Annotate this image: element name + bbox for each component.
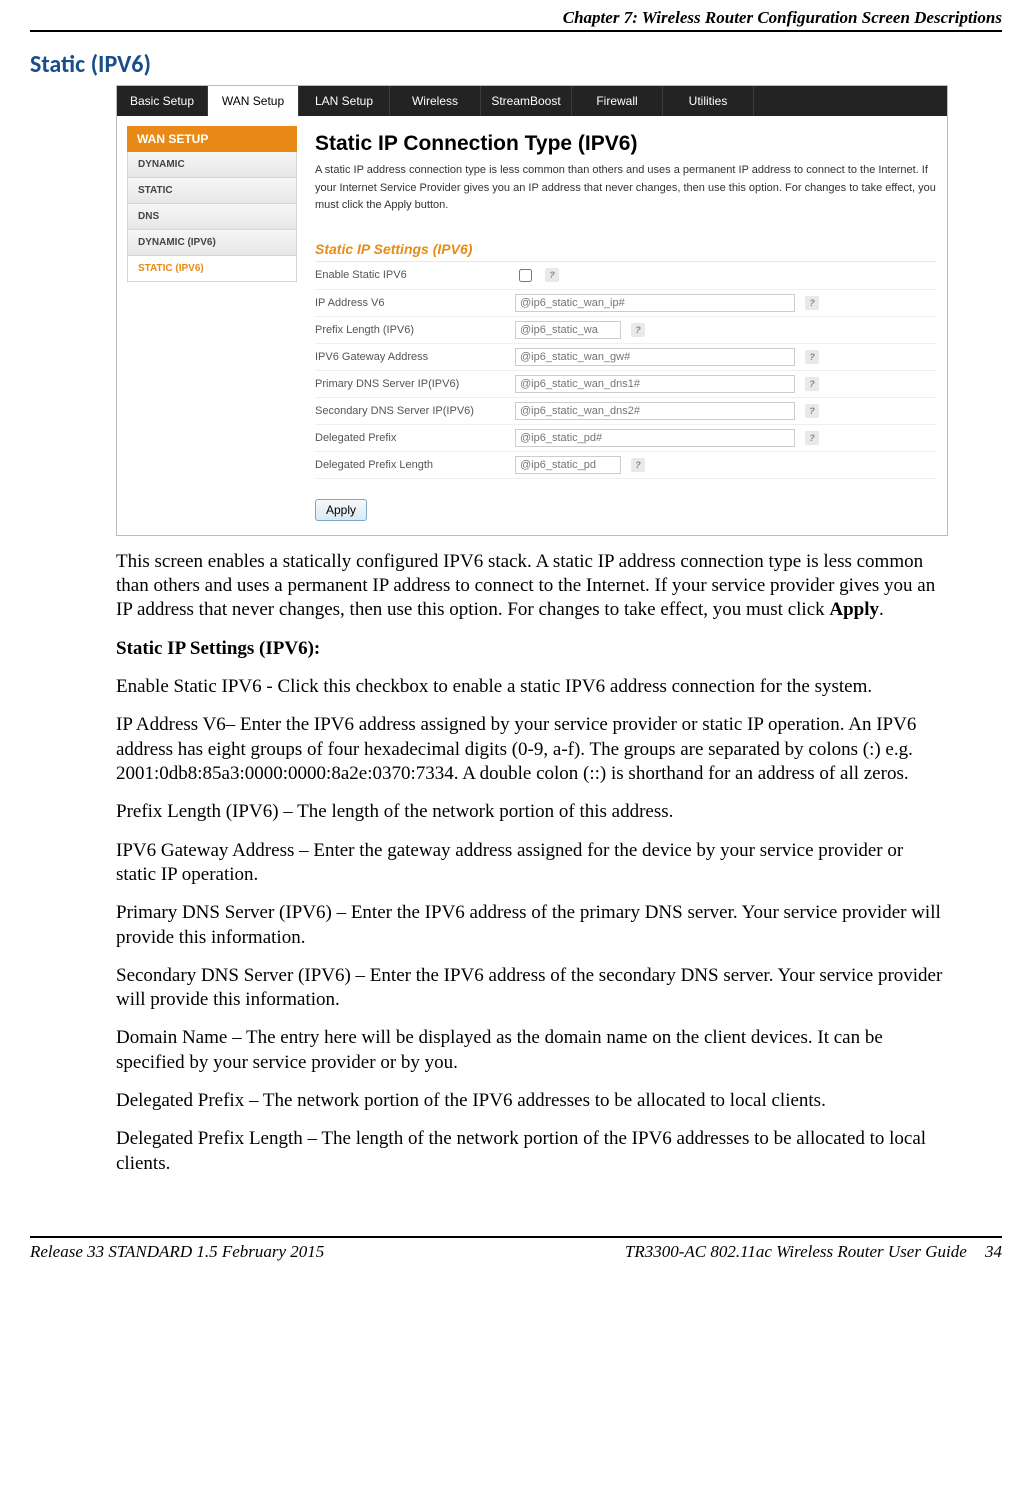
row-prefix-length: Prefix Length (IPV6) ? <box>315 317 937 344</box>
input-secondary-dns[interactable] <box>515 402 795 420</box>
row-primary-dns: Primary DNS Server IP(IPV6) ? <box>315 371 937 398</box>
help-icon[interactable]: ? <box>805 431 819 445</box>
input-delegated-prefix[interactable] <box>515 429 795 447</box>
input-ip-address-v6[interactable] <box>515 294 795 312</box>
p-gateway-address: IPV6 Gateway Address – Enter the gateway… <box>116 839 946 888</box>
p-enable-static: Enable Static IPV6 - Click this checkbox… <box>116 675 946 699</box>
label-secondary-dns: Secondary DNS Server IP(IPV6) <box>315 405 515 417</box>
sidebar-item-dns[interactable]: DNS <box>127 204 297 230</box>
label-primary-dns: Primary DNS Server IP(IPV6) <box>315 378 515 390</box>
p-secondary-dns: Secondary DNS Server (IPV6) – Enter the … <box>116 964 946 1013</box>
page-footer: Release 33 STANDARD 1.5 February 2015 TR… <box>30 1236 1002 1262</box>
sidebar-item-dynamic[interactable]: DYNAMIC <box>127 152 297 178</box>
help-icon[interactable]: ? <box>805 404 819 418</box>
label-enable-static-ipv6: Enable Static IPV6 <box>315 269 515 281</box>
tab-wan-setup[interactable]: WAN Setup <box>208 86 299 116</box>
settings-heading: Static IP Settings (IPV6): <box>116 637 946 661</box>
sidebar-item-dynamic-ipv6[interactable]: DYNAMIC (IPV6) <box>127 230 297 256</box>
tab-utilities[interactable]: Utilities <box>663 86 754 116</box>
apply-button[interactable]: Apply <box>315 499 367 521</box>
footer-right: TR3300-AC 802.11ac Wireless Router User … <box>625 1242 1002 1262</box>
tab-basic-setup[interactable]: Basic Setup <box>117 86 208 116</box>
intro-text-c: . <box>879 599 884 620</box>
p-domain-name: Domain Name – The entry here will be dis… <box>116 1026 946 1075</box>
sidebar-heading: WAN SETUP <box>127 126 297 152</box>
input-delegated-prefix-length[interactable] <box>515 456 621 474</box>
checkbox-enable-static-ipv6[interactable] <box>519 269 532 282</box>
label-prefix-length: Prefix Length (IPV6) <box>315 324 515 336</box>
p-ip-address-v6: IP Address V6– Enter the IPV6 address as… <box>116 713 946 786</box>
input-gateway-address[interactable] <box>515 348 795 366</box>
tab-wireless[interactable]: Wireless <box>390 86 481 116</box>
label-ip-address-v6: IP Address V6 <box>315 297 515 309</box>
footer-guide-title: TR3300-AC 802.11ac Wireless Router User … <box>625 1242 967 1261</box>
tab-firewall[interactable]: Firewall <box>572 86 663 116</box>
footer-left: Release 33 STANDARD 1.5 February 2015 <box>30 1242 324 1262</box>
intro-text-a: This screen enables a statically configu… <box>116 551 935 621</box>
router-screenshot: Basic Setup WAN Setup LAN Setup Wireless… <box>116 85 948 536</box>
label-gateway-address: IPV6 Gateway Address <box>315 351 515 363</box>
p-delegated-prefix-length: Delegated Prefix Length – The length of … <box>116 1127 946 1176</box>
help-icon[interactable]: ? <box>545 268 559 282</box>
page-header: Chapter 7: Wireless Router Configuration… <box>30 8 1002 32</box>
help-icon[interactable]: ? <box>631 323 645 337</box>
row-enable-static-ipv6: Enable Static IPV6 ? <box>315 262 937 290</box>
help-icon[interactable]: ? <box>805 350 819 364</box>
row-secondary-dns: Secondary DNS Server IP(IPV6) ? <box>315 398 937 425</box>
input-prefix-length[interactable] <box>515 321 621 339</box>
panel-description: A static IP address connection type is l… <box>315 162 937 215</box>
label-delegated-prefix: Delegated Prefix <box>315 432 515 444</box>
body-text: This screen enables a statically configu… <box>116 550 946 1176</box>
section-title: Static (IPV6) <box>30 50 1002 79</box>
sidebar-item-static-ipv6[interactable]: STATIC (IPV6) <box>127 256 297 282</box>
help-icon[interactable]: ? <box>805 377 819 391</box>
intro-paragraph: This screen enables a statically configu… <box>116 550 946 623</box>
page-number: 34 <box>985 1242 1002 1261</box>
sidebar-item-static[interactable]: STATIC <box>127 178 297 204</box>
help-icon[interactable]: ? <box>631 458 645 472</box>
row-delegated-prefix-length: Delegated Prefix Length ? <box>315 452 937 479</box>
tab-lan-setup[interactable]: LAN Setup <box>299 86 390 116</box>
input-primary-dns[interactable] <box>515 375 795 393</box>
row-gateway-address: IPV6 Gateway Address ? <box>315 344 937 371</box>
main-panel: Static IP Connection Type (IPV6) A stati… <box>315 126 937 521</box>
row-delegated-prefix: Delegated Prefix ? <box>315 425 937 452</box>
intro-text-apply: Apply <box>829 599 879 620</box>
panel-title: Static IP Connection Type (IPV6) <box>315 132 937 156</box>
panel-subtitle: Static IP Settings (IPV6) <box>315 241 937 262</box>
p-delegated-prefix: Delegated Prefix – The network portion o… <box>116 1089 946 1113</box>
sidebar: WAN SETUP DYNAMIC STATIC DNS DYNAMIC (IP… <box>127 126 297 282</box>
help-icon[interactable]: ? <box>805 296 819 310</box>
label-delegated-prefix-length: Delegated Prefix Length <box>315 459 515 471</box>
p-prefix-length: Prefix Length (IPV6) – The length of the… <box>116 800 946 824</box>
tab-streamboost[interactable]: StreamBoost <box>481 86 572 116</box>
row-ip-address-v6: IP Address V6 ? <box>315 290 937 317</box>
p-primary-dns: Primary DNS Server (IPV6) – Enter the IP… <box>116 901 946 950</box>
tab-bar: Basic Setup WAN Setup LAN Setup Wireless… <box>117 86 947 116</box>
